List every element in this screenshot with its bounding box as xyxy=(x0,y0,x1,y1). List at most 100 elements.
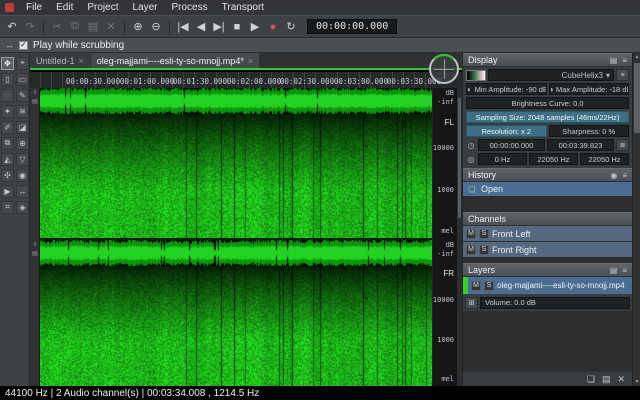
channel-menu-icon[interactable]: ≡ xyxy=(30,242,40,249)
magic-wand-tool[interactable]: ✦ xyxy=(1,105,14,118)
record-button[interactable]: ● xyxy=(265,18,281,36)
waveform-overview-front-left[interactable] xyxy=(40,88,432,114)
freq-span-field[interactable]: 22050 Hz xyxy=(580,153,629,165)
amplify-tool[interactable]: ◭ xyxy=(1,153,14,166)
copy-button[interactable]: ⧉ xyxy=(67,18,83,36)
prev-marker-button[interactable]: ◀ xyxy=(193,18,209,36)
heal-tool[interactable]: ⊕ xyxy=(16,137,29,150)
panel-grid-icon[interactable]: ▤ xyxy=(610,266,618,275)
panel-scrollbar-thumb[interactable] xyxy=(634,63,640,133)
channel-row-front-left[interactable]: M S Front Left xyxy=(463,226,632,241)
layer-row[interactable]: M S oleg-majjami----esli-ty-so-mnojj.mp4 xyxy=(463,277,632,294)
new-group-icon[interactable]: ▤ xyxy=(602,374,611,385)
time-selection-tool[interactable]: ▯ xyxy=(1,73,14,86)
menu-transport[interactable]: Transport xyxy=(215,0,271,15)
play-tool[interactable]: ▶ xyxy=(1,185,14,198)
time-end-field[interactable]: 00:03:39.823 xyxy=(547,139,614,151)
time-ruler[interactable]: 00:00:30.000 00:01:00.000 00:01:30.000 0… xyxy=(30,72,462,88)
min-amplitude-field[interactable]: ◐ Min Amplitude: -90 dB xyxy=(466,83,547,95)
layer-volume-slider[interactable]: Volume: 0.0 dB xyxy=(480,297,630,309)
play-button[interactable]: ▶ xyxy=(247,18,263,36)
loop-button[interactable]: ↻ xyxy=(283,18,299,36)
scroll-up-icon[interactable]: ▴ xyxy=(633,53,640,61)
delete-button[interactable]: ✕ xyxy=(103,18,119,36)
new-layer-icon[interactable]: ❏ xyxy=(587,374,595,385)
zoom-tool[interactable]: ◉ xyxy=(16,169,29,182)
paste-button[interactable]: ▤ xyxy=(85,18,101,36)
tab-close-icon[interactable]: × xyxy=(79,56,84,66)
colormap-menu-icon[interactable]: ≡ xyxy=(616,69,629,81)
menu-process[interactable]: Process xyxy=(165,0,215,15)
delete-layer-icon[interactable]: ✕ xyxy=(617,374,625,385)
transform-tool[interactable]: ✥ xyxy=(1,57,14,70)
channel-grid-icon[interactable]: ▤ xyxy=(30,251,40,258)
tab-oleg-majjami[interactable]: oleg-majjami----esli-ty-so-mnojj.mp4* × xyxy=(91,53,259,68)
frequency-ruler[interactable]: dB -inf FL 10000 1000 mel dB -inf FR 100… xyxy=(432,88,457,386)
resolution-field[interactable]: Resolution: x 2 xyxy=(466,125,547,137)
menu-project[interactable]: Project xyxy=(80,0,125,15)
colormap-select[interactable]: CubeHelix3 ▾ xyxy=(488,69,614,81)
measure-tool[interactable]: ⌗ xyxy=(1,201,14,214)
max-amplitude-field[interactable]: ◑ Max Amplitude: -18 dB xyxy=(549,83,630,95)
jog-wheel[interactable] xyxy=(429,54,459,84)
brightness-curve-field[interactable]: Brightness Curve: 0.0 xyxy=(466,97,629,109)
solo-button[interactable]: S xyxy=(479,229,489,239)
layer-solo-button[interactable]: S xyxy=(484,281,494,291)
solo-button[interactable]: S xyxy=(479,245,489,255)
waveform-overview-front-right[interactable] xyxy=(40,240,432,266)
channel-grid-icon[interactable]: ▤ xyxy=(30,99,40,106)
time-start-field[interactable]: 00:00:00.000 xyxy=(478,139,545,151)
undo-button[interactable]: ↶ xyxy=(4,18,20,36)
menu-layer[interactable]: Layer xyxy=(125,0,164,15)
stop-button[interactable]: ■ xyxy=(229,18,245,36)
scroll-down-icon[interactable]: ▾ xyxy=(633,378,640,386)
next-marker-button[interactable]: ▶| xyxy=(211,18,227,36)
lasso-selection-tool[interactable]: ◌ xyxy=(1,89,14,102)
menu-edit[interactable]: Edit xyxy=(49,0,80,15)
redo-button[interactable]: ↷ xyxy=(22,18,38,36)
clone-stamp-tool[interactable]: ⧉ xyxy=(1,137,14,150)
channel-menu-icon[interactable]: ≡ xyxy=(30,90,40,97)
rectangle-selection-tool[interactable]: ▭ xyxy=(16,73,29,86)
time-range-options-icon[interactable]: ≣ xyxy=(616,139,629,151)
zoom-in-button[interactable]: ⊕ xyxy=(130,18,146,36)
zoom-out-button[interactable]: ⊖ xyxy=(148,18,164,36)
mute-button[interactable]: M xyxy=(466,245,476,255)
time-ruler-label: 00:00:30.000 xyxy=(66,77,120,86)
panel-grid-icon[interactable]: ▤ xyxy=(610,56,618,65)
snapshot-icon[interactable]: ◉ xyxy=(610,171,617,180)
attenuate-tool[interactable]: ▽ xyxy=(16,153,29,166)
draw-tool[interactable]: ✐ xyxy=(1,121,14,134)
goto-start-button[interactable]: |◀ xyxy=(175,18,191,36)
history-item-open[interactable]: ❏ Open xyxy=(463,182,632,196)
spectrogram-front-left[interactable] xyxy=(40,114,432,238)
mute-button[interactable]: M xyxy=(466,229,476,239)
eraser-tool[interactable]: ◪ xyxy=(16,121,29,134)
tab-untitled-1[interactable]: Untitled-1 × xyxy=(30,53,90,68)
harmonics-selection-tool[interactable]: ≋ xyxy=(16,105,29,118)
brush-selection-tool[interactable]: ✎ xyxy=(16,89,29,102)
cut-button[interactable]: ✂ xyxy=(49,18,65,36)
channel-row-front-right[interactable]: M S Front Right xyxy=(463,242,632,257)
layer-color-swatch[interactable] xyxy=(463,277,468,294)
sampling-size-field[interactable]: Sampling Size: 2048 samples (46ms/22Hz) xyxy=(466,111,629,123)
frequency-selection-tool[interactable]: ⌖ xyxy=(16,57,29,70)
sample-tool[interactable]: ◈ xyxy=(16,201,29,214)
panel-menu-icon[interactable]: ≡ xyxy=(622,171,627,180)
panel-menu-icon[interactable]: ≡ xyxy=(622,266,627,275)
colormap-swatch[interactable] xyxy=(466,70,486,81)
hand-tool[interactable]: ✣ xyxy=(1,169,14,182)
menu-file[interactable]: File xyxy=(19,0,49,15)
panel-menu-icon[interactable]: ≡ xyxy=(622,56,627,65)
tab-close-icon[interactable]: × xyxy=(248,56,253,66)
freq-min-field[interactable]: 0 Hz xyxy=(478,153,527,165)
layer-mute-button[interactable]: M xyxy=(471,281,481,291)
spectrogram-front-right[interactable] xyxy=(40,266,432,386)
vertical-scrollbar-thumb[interactable] xyxy=(458,98,461,218)
layer-automation-icon[interactable]: ⊞ xyxy=(465,297,478,309)
scrub-tool[interactable]: ↔ xyxy=(16,185,29,198)
sharpness-field[interactable]: Sharpness: 0 % xyxy=(549,125,630,137)
panel-scrollbar[interactable]: ▴ ▾ xyxy=(632,53,640,386)
play-while-scrubbing-checkbox[interactable]: ✓ xyxy=(19,41,28,50)
freq-max-field[interactable]: 22050 Hz xyxy=(529,153,578,165)
